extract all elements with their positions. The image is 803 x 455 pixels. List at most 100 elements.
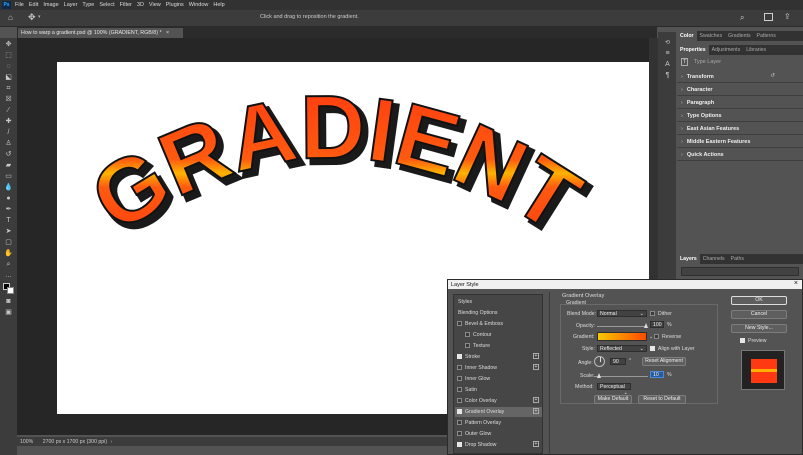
- add-icon[interactable]: +: [533, 364, 539, 370]
- add-icon[interactable]: +: [533, 353, 539, 359]
- gradient-picker[interactable]: [597, 332, 647, 341]
- menu-view[interactable]: View: [149, 2, 161, 8]
- tab-channels[interactable]: Channels: [700, 256, 728, 262]
- blur-tool-icon[interactable]: 💧: [3, 183, 14, 193]
- workspace-icon[interactable]: [764, 13, 773, 21]
- section-east-asian-features[interactable]: › East Asian Features: [677, 123, 803, 135]
- close-icon[interactable]: ×: [166, 30, 169, 36]
- menu-type[interactable]: Type: [82, 2, 94, 8]
- quick-mask-icon[interactable]: ◙: [3, 297, 14, 307]
- checkbox[interactable]: [457, 321, 462, 326]
- align-with-layer-checkbox[interactable]: [650, 346, 655, 351]
- style-select[interactable]: Reflected ⌄: [597, 345, 647, 352]
- checkbox[interactable]: [457, 376, 462, 381]
- make-default-button[interactable]: Make Default: [594, 395, 632, 404]
- history-panel-icon[interactable]: ⟲: [662, 38, 673, 48]
- section-character[interactable]: › Character: [677, 84, 803, 96]
- new-style-button[interactable]: New Style...: [731, 324, 787, 333]
- checkbox-checked[interactable]: [457, 409, 462, 414]
- shape-tool-icon[interactable]: ▢: [3, 238, 14, 248]
- hand-tool-icon[interactable]: ✋: [3, 249, 14, 259]
- checkbox[interactable]: [465, 343, 470, 348]
- gradient-tool-icon[interactable]: ▭: [3, 172, 14, 182]
- tab-paths[interactable]: Paths: [728, 256, 747, 262]
- checkbox-checked[interactable]: [457, 354, 462, 359]
- checkbox[interactable]: [465, 332, 470, 337]
- tab-color[interactable]: Color: [677, 31, 697, 41]
- reverse-checkbox[interactable]: [654, 334, 659, 339]
- style-outer-glow[interactable]: Outer Glow: [455, 429, 542, 439]
- healing-brush-tool-icon[interactable]: ✚: [3, 117, 14, 127]
- style-drop-shadow[interactable]: Drop Shadow +: [455, 440, 542, 450]
- style-contour[interactable]: Contour: [455, 330, 542, 340]
- section-quick-actions[interactable]: › Quick Actions: [677, 149, 803, 161]
- menu-edit[interactable]: Edit: [29, 2, 38, 8]
- eyedropper-tool-icon[interactable]: ⁄: [3, 106, 14, 116]
- tool-preset-chevron-icon[interactable]: ▾: [38, 14, 41, 20]
- ok-button[interactable]: OK: [731, 296, 787, 305]
- scale-input[interactable]: 10: [650, 371, 664, 378]
- clone-stamp-tool-icon[interactable]: ♙: [3, 139, 14, 149]
- chevron-down-icon[interactable]: ⌄: [649, 334, 653, 340]
- menu-layer[interactable]: Layer: [64, 2, 78, 8]
- checkbox-checked[interactable]: [457, 442, 462, 447]
- marquee-tool-icon[interactable]: ⬚: [3, 51, 14, 61]
- add-icon[interactable]: +: [533, 441, 539, 447]
- menu-image[interactable]: Image: [43, 2, 58, 8]
- zoom-level[interactable]: 100%: [20, 439, 33, 445]
- blend-mode-select[interactable]: Normal ⌄: [597, 310, 647, 317]
- object-select-tool-icon[interactable]: ⬕: [3, 73, 14, 83]
- section-middle-eastern-features[interactable]: › Middle Eastern Features: [677, 136, 803, 148]
- tab-adjustments[interactable]: Adjustments: [709, 47, 744, 53]
- add-icon[interactable]: +: [533, 408, 539, 414]
- angle-wheel[interactable]: [594, 356, 605, 367]
- menu-help[interactable]: Help: [213, 2, 224, 8]
- screen-mode-icon[interactable]: ▣: [3, 308, 14, 318]
- share-icon[interactable]: ⇪: [784, 12, 791, 21]
- tab-properties[interactable]: Properties: [677, 45, 709, 55]
- reset-to-default-button[interactable]: Reset to Default: [638, 395, 686, 404]
- opacity-slider[interactable]: [597, 326, 647, 327]
- brush-settings-icon[interactable]: ≡: [662, 49, 673, 59]
- checkbox[interactable]: [457, 387, 462, 392]
- move-tool-icon[interactable]: ✥: [28, 12, 36, 23]
- style-inner-shadow[interactable]: Inner Shadow +: [455, 363, 542, 373]
- section-paragraph[interactable]: › Paragraph: [677, 97, 803, 109]
- reset-transform-icon[interactable]: ↺: [770, 73, 775, 79]
- menu-filter[interactable]: Filter: [120, 2, 132, 8]
- cancel-button[interactable]: Cancel: [731, 310, 787, 319]
- background-color-swatch[interactable]: [7, 287, 14, 294]
- style-bevel-emboss[interactable]: Bevel & Emboss: [455, 319, 542, 329]
- eraser-tool-icon[interactable]: ▰: [3, 161, 14, 171]
- menu-window[interactable]: Window: [189, 2, 209, 8]
- style-pattern-overlay[interactable]: Pattern Overlay: [455, 418, 542, 428]
- style-inner-glow[interactable]: Inner Glow: [455, 374, 542, 384]
- menu-select[interactable]: Select: [99, 2, 114, 8]
- search-icon[interactable]: ⌕: [740, 13, 744, 23]
- style-gradient-overlay[interactable]: Gradient Overlay +: [455, 407, 542, 417]
- crop-tool-icon[interactable]: ⌗: [3, 84, 14, 94]
- menu-3d[interactable]: 3D: [137, 2, 144, 8]
- angle-input[interactable]: 90: [610, 358, 626, 365]
- lasso-tool-icon[interactable]: ◌: [3, 62, 14, 72]
- menu-file[interactable]: File: [15, 2, 24, 8]
- method-select[interactable]: Perceptual ⌄: [597, 383, 631, 396]
- section-type-options[interactable]: › Type Options: [677, 110, 803, 122]
- move-tool-icon[interactable]: ✥: [3, 40, 14, 50]
- tab-layers[interactable]: Layers: [677, 254, 700, 264]
- checkbox[interactable]: [457, 431, 462, 436]
- brush-tool-icon[interactable]: /: [3, 128, 14, 138]
- tab-gradients[interactable]: Gradients: [725, 33, 754, 39]
- styles-header[interactable]: Styles: [455, 297, 542, 307]
- reset-alignment-button[interactable]: Reset Alignment: [642, 357, 686, 366]
- style-color-overlay[interactable]: Color Overlay +: [455, 396, 542, 406]
- layer-filter-bar[interactable]: [681, 267, 799, 276]
- more-tools-icon[interactable]: …: [3, 271, 14, 281]
- pen-tool-icon[interactable]: ✒: [3, 205, 14, 215]
- checkbox[interactable]: [457, 420, 462, 425]
- dither-checkbox[interactable]: [650, 311, 655, 316]
- checkbox[interactable]: [457, 365, 462, 370]
- tab-libraries[interactable]: Libraries: [743, 47, 769, 53]
- close-icon[interactable]: ×: [794, 280, 798, 287]
- home-icon[interactable]: ⌂: [8, 13, 13, 22]
